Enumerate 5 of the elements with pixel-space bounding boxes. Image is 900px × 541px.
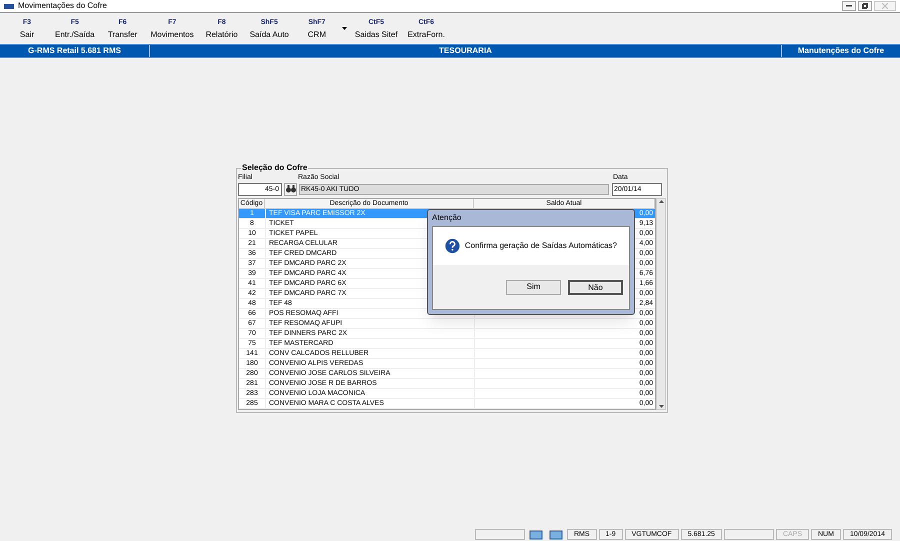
group-title: Seleção do Cofre [241,162,308,174]
window-title: Movimentações do Cofre [18,0,107,12]
app-version-label: G-RMS Retail 5.681 RMS [28,45,121,57]
screen-title: Manutenções do Cofre [798,45,884,57]
module-title: TESOURARIA [439,45,492,57]
